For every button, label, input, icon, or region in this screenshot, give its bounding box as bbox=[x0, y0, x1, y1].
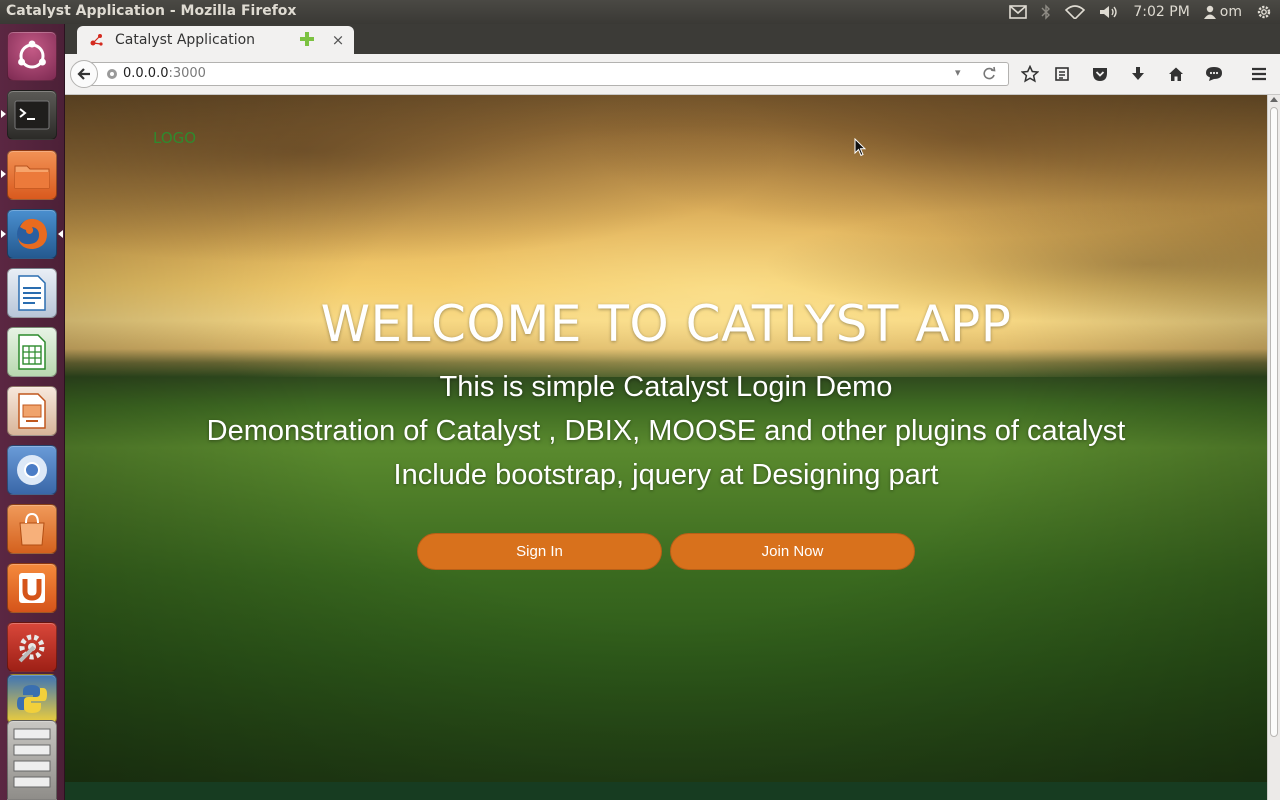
page-footer-strip bbox=[65, 782, 1267, 800]
libreoffice-calc-icon[interactable] bbox=[7, 327, 57, 377]
hero-line-3: Include bootstrap, jquery at Designing p… bbox=[393, 459, 939, 491]
hero-headline: WELCOME TO CATLYST APP bbox=[320, 295, 1012, 353]
libreoffice-writer-icon[interactable] bbox=[7, 268, 57, 318]
page-hero: LOGO WELCOME TO CATLYST APP This is simp… bbox=[65, 95, 1267, 800]
url-host: 0.0.0.0 bbox=[123, 66, 169, 81]
files-icon[interactable] bbox=[7, 150, 57, 200]
browser-tab-bar: Catalyst Application × bbox=[65, 24, 1280, 54]
url-history-dropdown-icon[interactable]: ▾ bbox=[955, 66, 961, 79]
ubuntu-dash-icon[interactable] bbox=[7, 31, 57, 81]
window-title: Catalyst Application - Mozilla Firefox bbox=[6, 3, 297, 19]
hero-line-1: This is simple Catalyst Login Demo bbox=[439, 371, 893, 403]
pocket-icon[interactable] bbox=[1090, 64, 1110, 84]
workspace-switcher-icon[interactable] bbox=[7, 720, 57, 800]
url-text: 0.0.0.0:3000 bbox=[123, 66, 206, 81]
reading-list-icon[interactable] bbox=[1052, 64, 1072, 84]
indicator-area: 7:02 PM om bbox=[1009, 0, 1272, 24]
scroll-up-arrow-icon[interactable] bbox=[1270, 97, 1278, 102]
page-scrollbar[interactable] bbox=[1267, 95, 1280, 800]
back-arrow-icon bbox=[77, 68, 90, 80]
os-top-panel: Catalyst Application - Mozilla Firefox 7… bbox=[0, 0, 1280, 24]
volume-icon[interactable] bbox=[1099, 5, 1119, 19]
clock[interactable]: 7:02 PM bbox=[1133, 4, 1189, 20]
url-bar[interactable]: 0.0.0.0:3000 ▾ bbox=[89, 62, 1009, 86]
unity-launcher bbox=[0, 24, 65, 800]
firefox-icon[interactable] bbox=[7, 209, 57, 259]
hero-line-2: Demonstration of Catalyst , DBIX, MOOSE … bbox=[206, 415, 1126, 447]
tab-close-icon[interactable]: × bbox=[330, 31, 346, 49]
ubuntu-one-icon[interactable] bbox=[7, 563, 57, 613]
new-tab-icon[interactable] bbox=[297, 29, 317, 49]
sign-in-button[interactable]: Sign In bbox=[417, 533, 662, 570]
python-icon[interactable] bbox=[7, 674, 57, 724]
join-now-button[interactable]: Join Now bbox=[670, 533, 915, 570]
libreoffice-impress-icon[interactable] bbox=[7, 386, 57, 436]
mouse-cursor-icon bbox=[854, 138, 866, 157]
globe-icon bbox=[107, 69, 117, 79]
bluetooth-icon[interactable] bbox=[1041, 4, 1051, 20]
catalyst-favicon-icon bbox=[90, 34, 103, 46]
back-button[interactable] bbox=[70, 60, 98, 88]
site-logo[interactable]: LOGO bbox=[153, 129, 196, 147]
terminal-icon[interactable] bbox=[7, 90, 57, 140]
power-gear-icon[interactable] bbox=[1256, 4, 1272, 20]
browser-nav-bar: 0.0.0.0:3000 ▾ bbox=[65, 54, 1280, 95]
downloads-icon[interactable] bbox=[1128, 64, 1148, 84]
user-menu[interactable]: om bbox=[1203, 4, 1242, 20]
chromium-icon[interactable] bbox=[7, 445, 57, 495]
wifi-icon[interactable] bbox=[1065, 5, 1086, 19]
user-icon bbox=[1203, 5, 1216, 19]
reload-icon[interactable] bbox=[981, 66, 997, 82]
user-name: om bbox=[1219, 4, 1242, 20]
bookmark-star-icon[interactable] bbox=[1020, 64, 1040, 84]
hamburger-menu-icon[interactable] bbox=[1249, 64, 1269, 84]
software-center-icon[interactable] bbox=[7, 504, 57, 554]
scroll-thumb[interactable] bbox=[1270, 107, 1278, 737]
chat-bubble-icon[interactable] bbox=[1204, 64, 1224, 84]
mail-icon[interactable] bbox=[1009, 5, 1028, 19]
system-settings-icon[interactable] bbox=[7, 622, 57, 672]
url-port: :3000 bbox=[168, 66, 206, 81]
home-icon[interactable] bbox=[1166, 64, 1186, 84]
